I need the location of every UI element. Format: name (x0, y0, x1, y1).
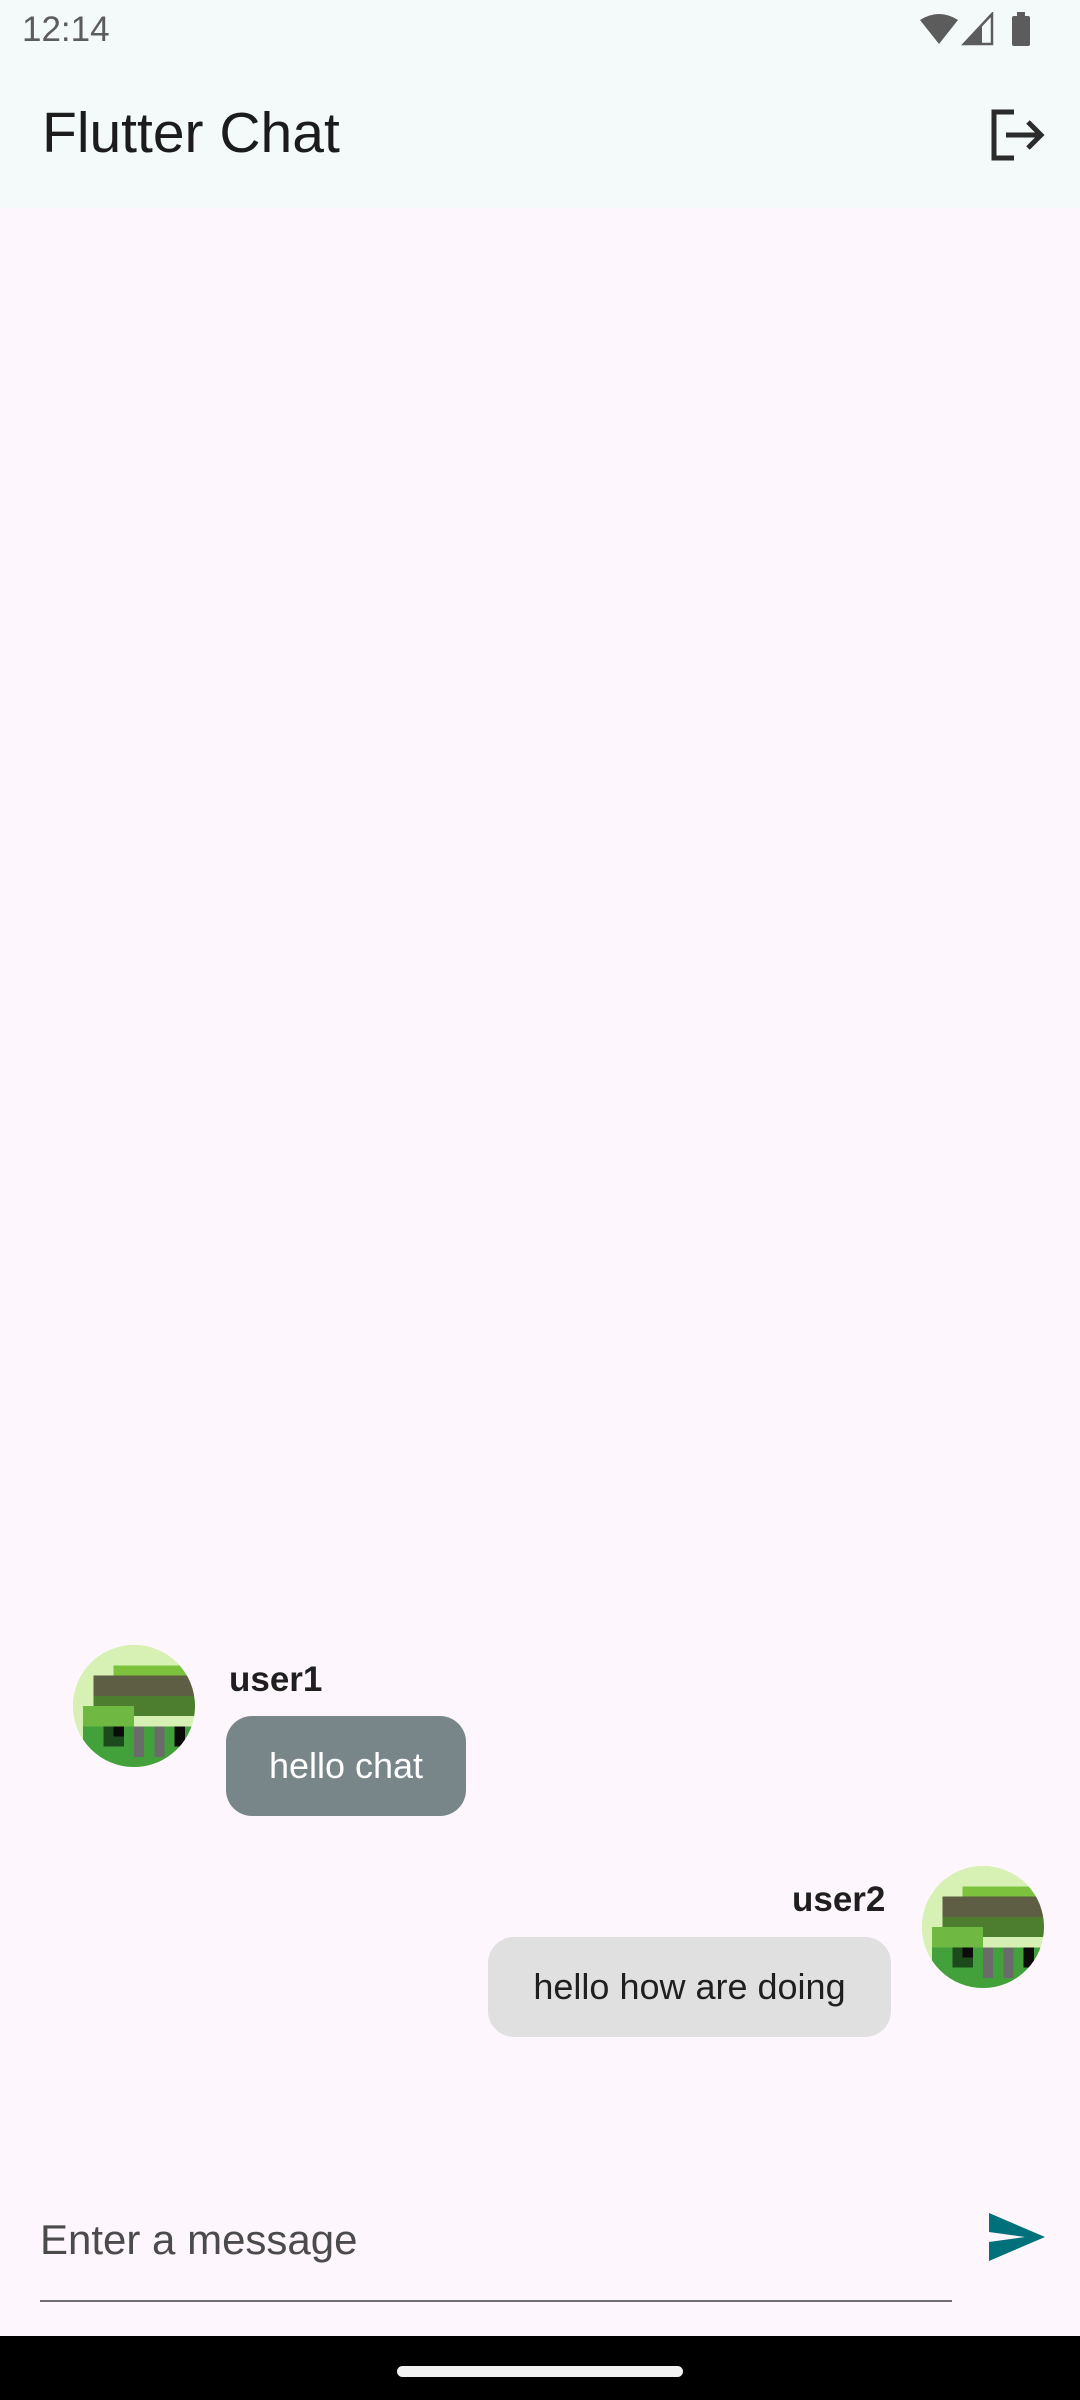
logout-icon (991, 109, 1045, 161)
message-username: user2 (792, 1880, 886, 1919)
home-handle[interactable] (397, 2366, 683, 2377)
chat-area (0, 208, 1080, 2108)
status-icons-graphic (920, 10, 1030, 46)
message-username: user1 (229, 1660, 323, 1699)
avatar-user1 (73, 1645, 195, 1767)
status-icons (920, 10, 1040, 48)
avatar-user2 (922, 1866, 1044, 1988)
pixel-avatar-icon (922, 1866, 1044, 1988)
status-bar: 12:14 (0, 0, 1080, 62)
page-title: Flutter Chat (42, 101, 340, 165)
system-nav-bar (0, 2336, 1080, 2400)
wifi-icon (920, 14, 958, 44)
logout-button[interactable] (982, 100, 1052, 170)
message-text: hello chat (268, 1745, 424, 1786)
message-bubble-user1: hello chat (226, 1716, 466, 1816)
pixel-avatar-icon (73, 1645, 195, 1767)
send-button[interactable] (980, 2200, 1054, 2274)
app-bar: Flutter Chat (0, 62, 1080, 208)
message-text: hello how are doing (533, 1966, 846, 2007)
send-icon (989, 2213, 1045, 2261)
message-input[interactable] (40, 2180, 952, 2302)
battery-icon (1012, 16, 1030, 46)
message-bubble-user2: hello how are doing (488, 1937, 891, 2037)
message-composer (0, 2160, 1080, 2340)
status-time: 12:14 (22, 10, 110, 49)
